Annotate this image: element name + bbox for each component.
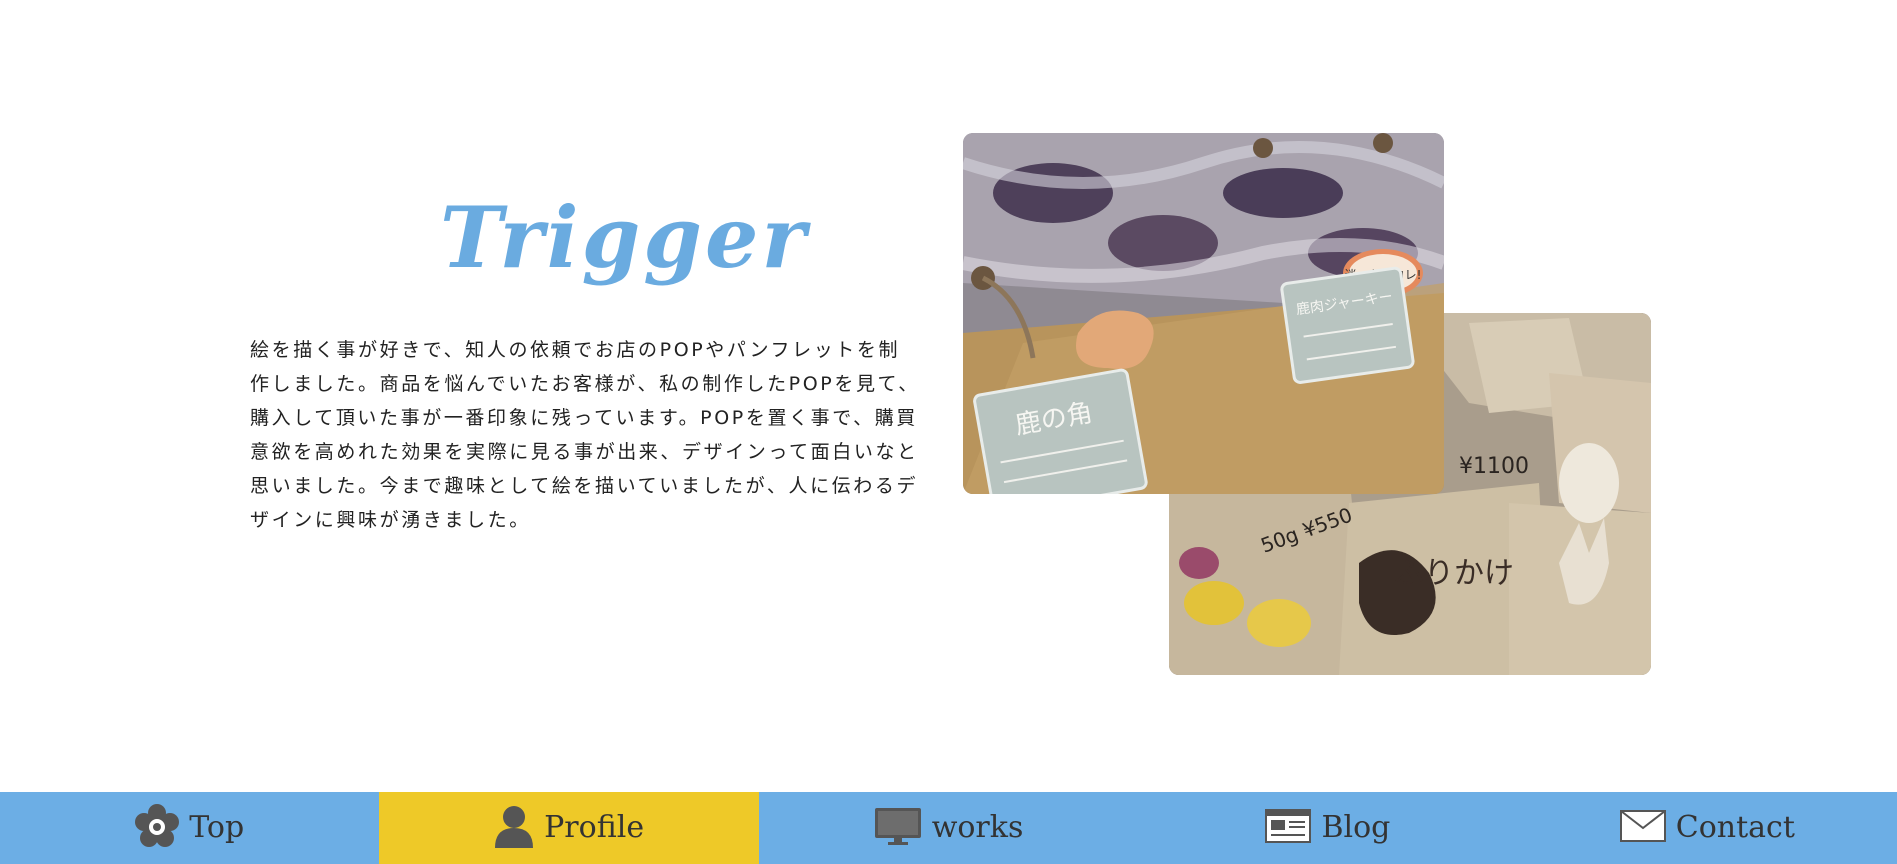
flower-icon [135,804,180,852]
jerky-display-photo: 迷ったらコレ! 鹿の角 鹿肉ジャーキー [963,133,1444,494]
nav-item-blog[interactable]: Blog [1138,792,1517,864]
nav-label-contact: Contact [1675,810,1795,845]
nav-label-top: Top [189,810,245,845]
nav-label-profile: Profile [544,810,645,845]
nav-label-blog: Blog [1321,810,1391,845]
person-icon [494,804,534,852]
nav-item-top[interactable]: Top [0,792,379,864]
monitor-icon [874,807,922,849]
nav-item-works[interactable]: works [759,792,1138,864]
nav-item-contact[interactable]: Contact [1518,792,1897,864]
envelope-icon [1619,810,1666,846]
nav-item-profile[interactable]: Profile [379,792,759,864]
section-paragraph: 絵を描く事が好きで、知人の依頼でお店のPOPやパンフレットを制作しました。商品を… [250,339,920,531]
section-title: Trigger [440,188,809,288]
newspaper-icon [1265,809,1312,847]
nav-label-works: works [931,810,1024,845]
back-card-text-1: ふりかけ [1394,556,1514,591]
back-card-text-2: ¥1100 [1459,454,1529,479]
bottom-nav: Top Profile works Blog Contact [0,792,1897,864]
